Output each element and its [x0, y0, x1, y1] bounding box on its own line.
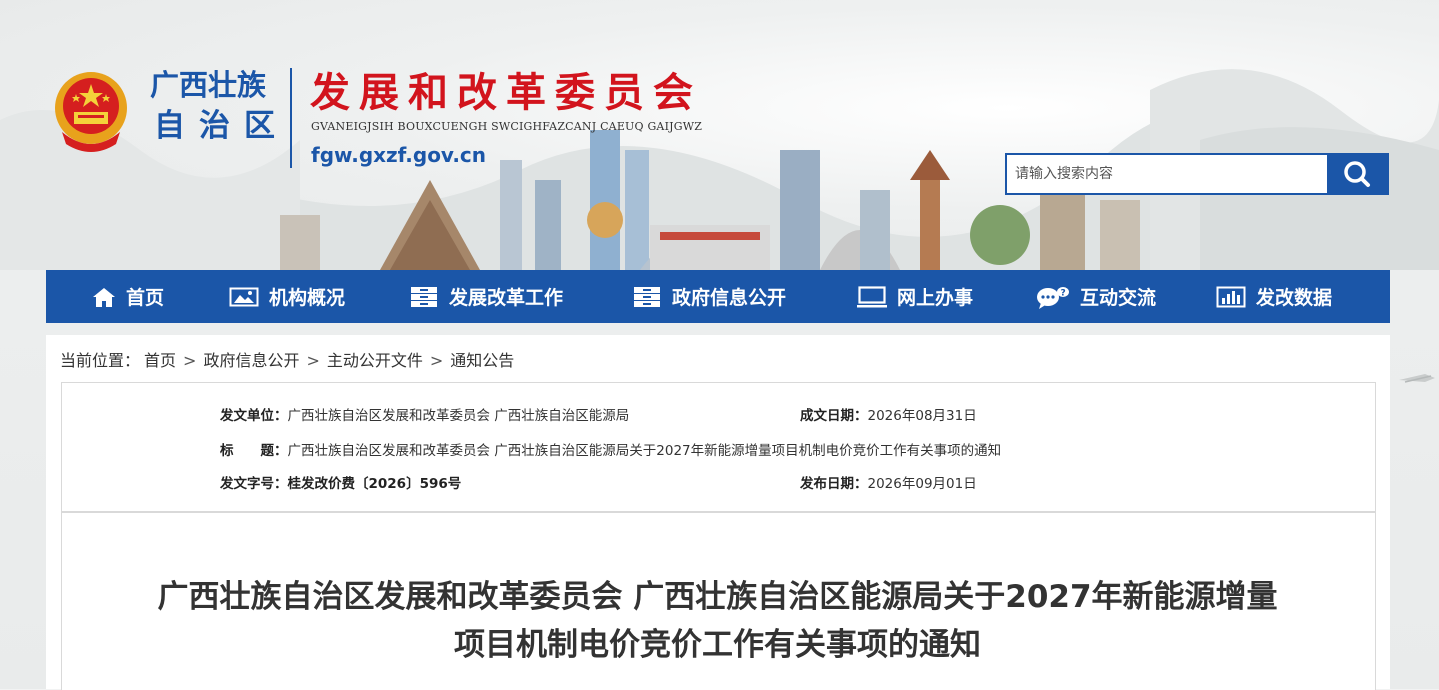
breadcrumb-link-home[interactable]: 首页: [144, 351, 176, 370]
site-url[interactable]: fgw.gxzf.gov.cn: [311, 143, 486, 167]
nav-item-data[interactable]: 发改数据: [1216, 270, 1332, 323]
document-title-line2: 项目机制电价竞价工作有关事项的通知: [454, 627, 981, 663]
breadcrumb-separator: >: [429, 351, 444, 370]
main-nav: 首页 机构概况 发展改革工作 政府信息公开 网上办事 ? 互动交流 发改数据: [46, 270, 1390, 323]
svg-text:?: ?: [1061, 288, 1066, 298]
breadcrumb-separator: >: [306, 351, 320, 370]
document-title-line1: 广西壮族自治区发展和改革委员会 广西壮族自治区能源局关于2027年新能源增量: [157, 579, 1278, 615]
meta-published-value: 2026年09月01日: [867, 476, 977, 492]
home-icon: [93, 287, 115, 307]
nav-label-data: 发改数据: [1256, 287, 1333, 309]
side-decoration: [1399, 374, 1435, 383]
meta-published-date: 发布日期：2026年09月01日: [800, 472, 977, 492]
org-subtitle: GVANEIGJSIH BOUXCUENGH SWCIGHFAZCANJ CAE…: [311, 120, 703, 133]
nav-item-interaction[interactable]: ? 互动交流: [1036, 270, 1156, 323]
meta-title: 标 题：广西壮族自治区发展和改革委员会 广西壮族自治区能源局关于2027年新能源…: [220, 439, 1001, 459]
breadcrumb-link-notices[interactable]: 通知公告: [450, 351, 514, 370]
bar-chart-icon: [1216, 286, 1246, 307]
breadcrumb: 当前位置： 首页 > 政府信息公开 > 主动公开文件 > 通知公告: [60, 347, 518, 371]
nav-label-about: 机构概况: [269, 287, 346, 309]
meta-created-value: 2026年08月31日: [867, 408, 977, 424]
meta-issuer-value: 广西壮族自治区发展和改革委员会 广西壮族自治区能源局: [287, 408, 630, 424]
meta-created-date: 成文日期：2026年08月31日: [800, 404, 977, 424]
nav-item-home[interactable]: 首页: [92, 270, 164, 323]
meta-published-label: 发布日期：: [800, 476, 868, 492]
search-icon: [1344, 161, 1370, 187]
meta-title-label: 标 题：: [220, 443, 288, 459]
nav-label-home: 首页: [126, 287, 165, 309]
meta-doc-number: 发文字号：桂发改价费〔2026〕596号: [220, 472, 461, 492]
cabinet-icon: [634, 286, 660, 307]
nav-item-about[interactable]: 机构概况: [229, 270, 345, 323]
nav-label-interaction: 互动交流: [1080, 287, 1157, 309]
image-icon: [229, 287, 259, 306]
nav-item-reform-work[interactable]: 发展改革工作: [409, 270, 563, 323]
breadcrumb-separator: >: [183, 351, 197, 370]
meta-title-value: 广西壮族自治区发展和改革委员会 广西壮族自治区能源局关于2027年新能源增量项目…: [287, 443, 1002, 459]
meta-issuer-label: 发文单位：: [220, 408, 288, 424]
meta-docno-label: 发文字号：: [220, 476, 288, 492]
document-metadata: 发文单位：广西壮族自治区发展和改革委员会 广西壮族自治区能源局 成文日期：202…: [61, 382, 1376, 512]
breadcrumb-link-active-files[interactable]: 主动公开文件: [327, 351, 423, 370]
org-title: 发展和改革委员会: [310, 69, 702, 116]
nav-label-online-services: 网上办事: [897, 287, 974, 309]
nav-label-reform-work: 发展改革工作: [449, 287, 564, 309]
header-divider: [290, 68, 292, 168]
breadcrumb-link-info-disclosure[interactable]: 政府信息公开: [203, 351, 299, 370]
region-name-line1: 广西壮族: [150, 68, 267, 102]
chat-icon: ?: [1037, 286, 1069, 309]
national-emblem-logo: [55, 72, 127, 152]
meta-docno-value: 桂发改价费〔2026〕596号: [287, 476, 462, 492]
meta-created-label: 成文日期：: [800, 408, 868, 424]
search-button[interactable]: [1327, 153, 1389, 195]
nav-label-info-disclosure: 政府信息公开: [672, 287, 787, 309]
search-input[interactable]: [1005, 153, 1341, 195]
meta-issuer: 发文单位：广西壮族自治区发展和改革委员会 广西壮族自治区能源局: [220, 404, 629, 424]
region-name: 广西壮族 自治区: [150, 66, 290, 148]
document-title: 广西壮族自治区发展和改革委员会 广西壮族自治区能源局关于2027年新能源增量 项…: [61, 573, 1374, 669]
region-name-line2: 自治区: [154, 108, 289, 144]
cabinet-icon: [411, 286, 437, 307]
nav-item-online-services[interactable]: 网上办事: [857, 270, 973, 323]
nav-item-info-disclosure[interactable]: 政府信息公开: [632, 270, 786, 323]
search-box: [1005, 153, 1389, 195]
breadcrumb-prefix: 当前位置：: [60, 351, 141, 370]
monitor-icon: [857, 285, 887, 307]
